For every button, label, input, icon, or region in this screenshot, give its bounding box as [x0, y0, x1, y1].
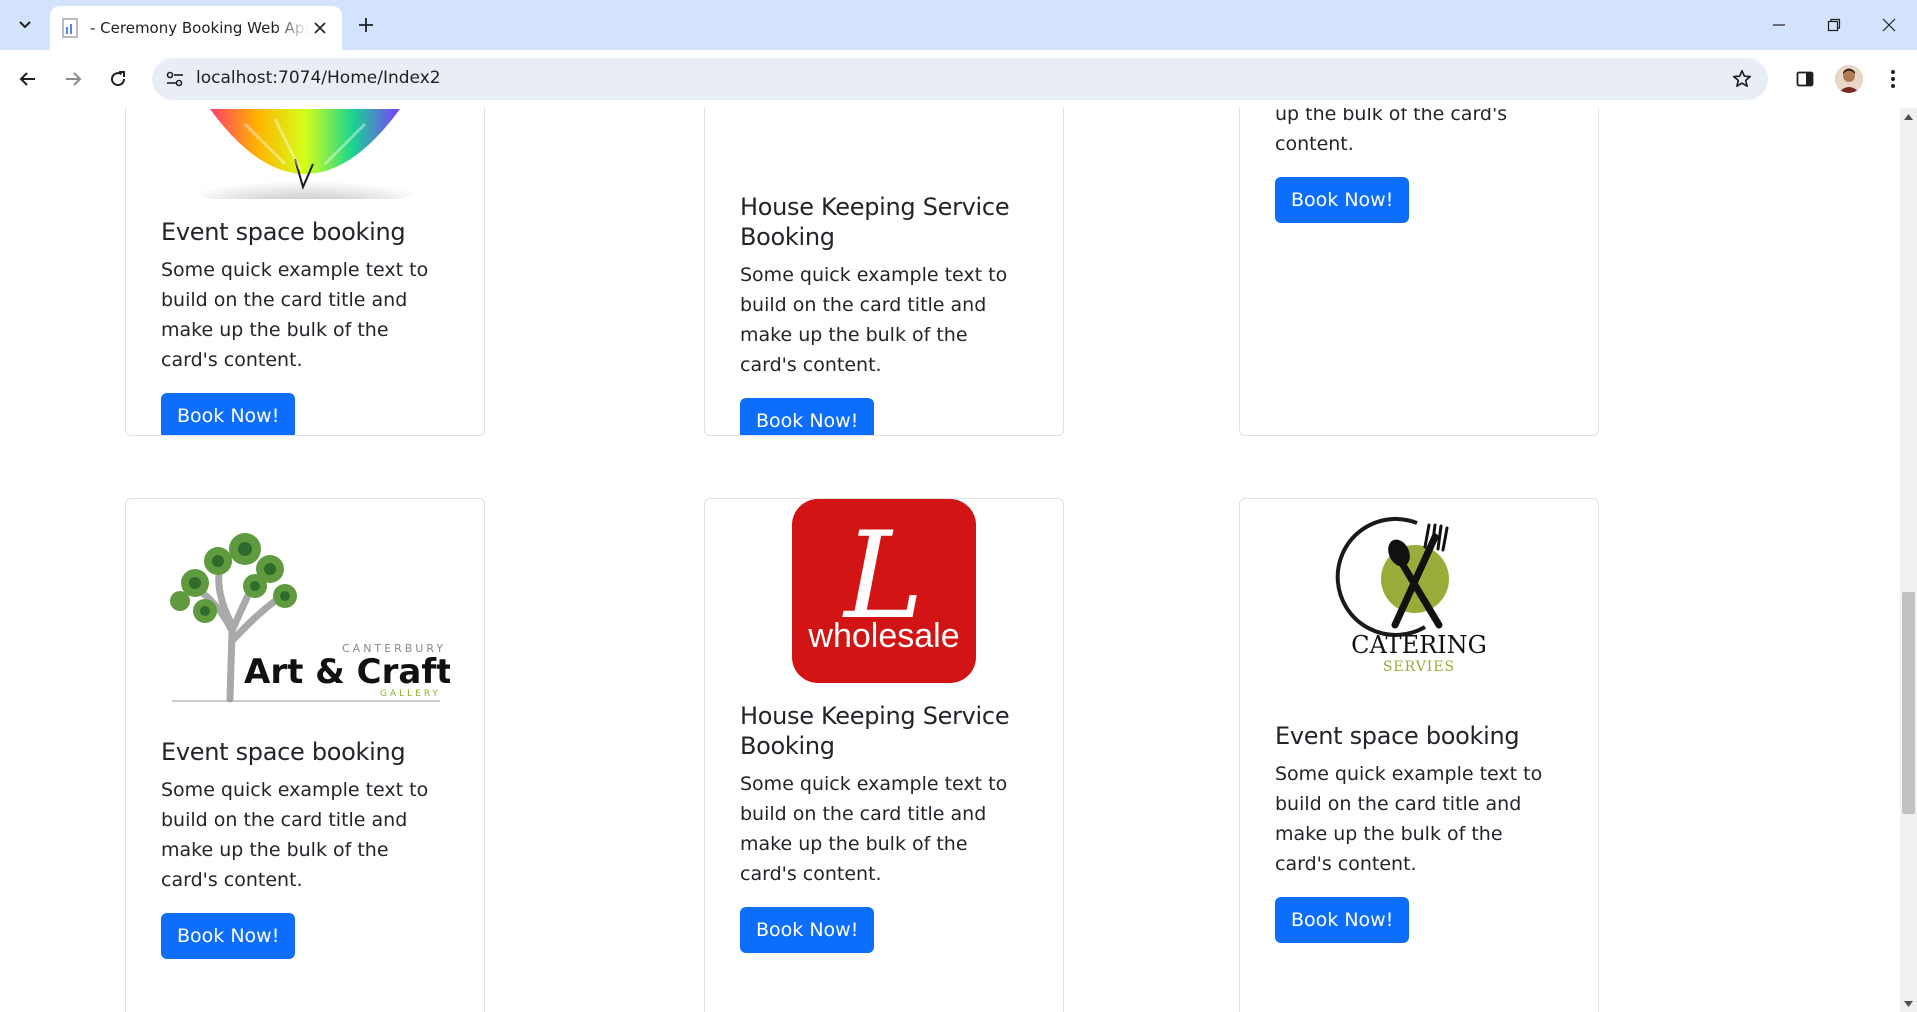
- scrollbar-thumb[interactable]: [1902, 592, 1915, 814]
- scroll-up-arrow-icon[interactable]: [1900, 108, 1917, 125]
- card-house-keeping-1: House Keeping Service Booking Some quick…: [704, 108, 1064, 436]
- card-image: CANTERBURY Art & Craft GALLERY: [126, 521, 484, 721]
- arrow-right-icon: [66, 72, 82, 86]
- card-event-space-2: CANTERBURY Art & Craft GALLERY Event spa…: [125, 498, 485, 1012]
- browser-toolbar: localhost:7074/Home/Index2: [0, 50, 1917, 108]
- tab-title: - Ceremony Booking Web Application: [90, 19, 308, 37]
- card-title: House Keeping Service Booking: [740, 702, 1010, 760]
- logo-text-line2: Art & Craft: [244, 652, 450, 692]
- url-text[interactable]: localhost:7074/Home/Index2: [196, 68, 441, 88]
- logo-word: CATERING: [1351, 631, 1487, 659]
- bookmark-star-icon[interactable]: [1730, 67, 1754, 91]
- browser-tab[interactable]: - Ceremony Booking Web Application: [50, 6, 342, 50]
- scroll-down-arrow-icon[interactable]: [1900, 995, 1917, 1012]
- page-icon: [62, 18, 78, 38]
- colorful-logo-icon: [195, 109, 415, 199]
- book-now-button[interactable]: Book Now!: [161, 913, 296, 959]
- card-image: [126, 108, 484, 199]
- book-now-button[interactable]: Book Now!: [740, 907, 875, 953]
- logo-text-line3: GALLERY: [380, 689, 441, 699]
- tab-search-button[interactable]: [8, 8, 42, 42]
- art-craft-gallery-logo: CANTERBURY Art & Craft GALLERY: [170, 533, 450, 703]
- book-now-button[interactable]: Book Now!: [740, 398, 875, 435]
- plus-icon: [359, 18, 373, 32]
- card-text: Some quick example text to build on the …: [1275, 763, 1543, 875]
- logo-word: wholesale: [807, 617, 959, 655]
- reload-button[interactable]: [103, 64, 133, 94]
- card-title: Event space booking: [1275, 722, 1520, 750]
- card-text: up the bulk of the card's content.: [1275, 108, 1508, 155]
- card-image: L wholesale: [705, 499, 1063, 683]
- side-panel-icon: [1796, 71, 1814, 87]
- side-panel-button[interactable]: [1790, 64, 1820, 94]
- card-body: House Keeping Service Booking Some quick…: [740, 701, 1028, 953]
- wholesale-logo: L wholesale: [792, 499, 976, 683]
- tab-bar: - Ceremony Booking Web Application: [0, 0, 1917, 50]
- card-house-keeping-2: L wholesale House Keeping Service Bookin…: [704, 498, 1064, 1012]
- card-body: Event space booking Some quick example t…: [161, 737, 449, 959]
- card-body: up the bulk of the card's content. Book …: [1275, 108, 1563, 223]
- card-text: Some quick example text to build on the …: [740, 773, 1008, 885]
- book-now-button[interactable]: Book Now!: [1275, 897, 1410, 943]
- card-partial: up the bulk of the card's content. Book …: [1239, 108, 1599, 436]
- logo-sub: SERVIES: [1383, 659, 1455, 675]
- catering-logo: CATERING SERVIES: [1335, 517, 1487, 675]
- card-title: House Keeping Service Booking: [740, 193, 1010, 251]
- tab-close-icon[interactable]: [310, 18, 330, 38]
- card-text: Some quick example text to build on the …: [740, 264, 1008, 376]
- forward-button[interactable]: [58, 64, 88, 94]
- address-bar[interactable]: localhost:7074/Home/Index2: [152, 58, 1768, 100]
- card-body: Event space booking Some quick example t…: [161, 217, 449, 435]
- book-now-button[interactable]: Book Now!: [161, 393, 296, 435]
- card-image: CATERING SERVIES: [1240, 515, 1598, 675]
- card-text: Some quick example text to build on the …: [161, 259, 429, 371]
- card-body: House Keeping Service Booking Some quick…: [740, 192, 1028, 435]
- browser-menu-button[interactable]: [1878, 64, 1908, 94]
- card-title: Event space booking: [161, 218, 406, 246]
- card-text: Some quick example text to build on the …: [161, 779, 429, 891]
- close-window-button[interactable]: [1861, 0, 1917, 50]
- new-tab-button[interactable]: [352, 11, 380, 39]
- arrow-left-icon: [19, 72, 35, 86]
- page-scrollbar[interactable]: [1900, 108, 1917, 1012]
- site-info-icon[interactable]: [162, 66, 188, 92]
- profile-avatar[interactable]: [1835, 65, 1863, 93]
- card-event-space-3: CATERING SERVIES Event space booking Som…: [1239, 498, 1599, 1012]
- minimize-button[interactable]: [1751, 0, 1807, 50]
- restore-icon: [1827, 18, 1841, 32]
- more-vert-icon: [1891, 70, 1895, 88]
- book-now-button[interactable]: Book Now!: [1275, 177, 1410, 223]
- reload-icon: [111, 71, 126, 87]
- restore-button[interactable]: [1806, 0, 1862, 50]
- card-body: Event space booking Some quick example t…: [1275, 721, 1563, 943]
- card-title: Event space booking: [161, 738, 406, 766]
- chevron-down-icon: [19, 21, 31, 29]
- minimize-icon: [1773, 24, 1785, 26]
- close-icon: [1882, 18, 1896, 32]
- card-event-space-1: Event space booking Some quick example t…: [125, 108, 485, 436]
- back-button[interactable]: [13, 64, 43, 94]
- page-viewport: Event space booking Some quick example t…: [0, 108, 1900, 1012]
